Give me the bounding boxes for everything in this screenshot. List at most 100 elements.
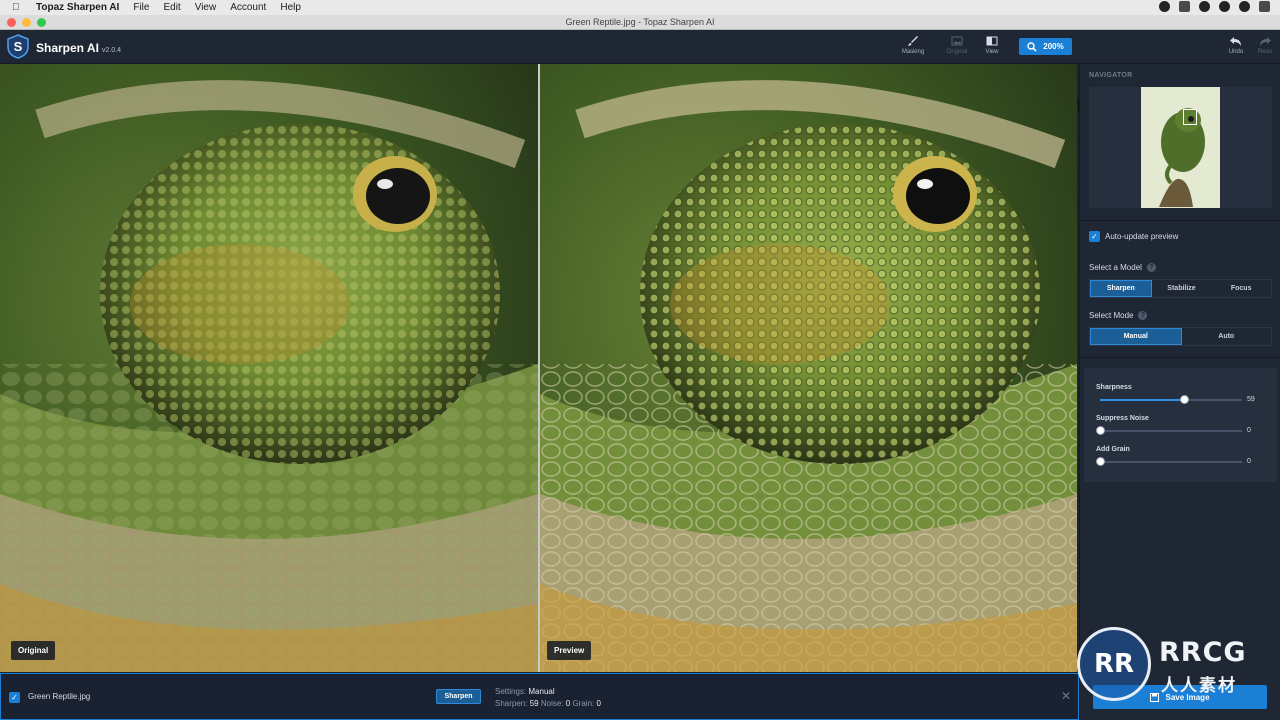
masking-label: Masking xyxy=(901,49,925,55)
zoom-window-icon[interactable] xyxy=(37,18,46,27)
masking-button[interactable]: Masking xyxy=(896,35,930,61)
redo-button[interactable]: Redo xyxy=(1248,35,1280,61)
menu-file[interactable]: File xyxy=(133,2,149,13)
file-checkbox[interactable]: ✓ xyxy=(9,692,20,703)
navigator-box[interactable] xyxy=(1089,87,1272,208)
mode-manual-button[interactable]: Manual xyxy=(1090,328,1182,345)
model-selector: Sharpen Stabilize Focus xyxy=(1089,279,1272,298)
redo-label: Redo xyxy=(1257,49,1273,55)
view-button[interactable]: View xyxy=(975,35,1009,61)
sharpen-logo-icon: S xyxy=(7,34,29,59)
menu-help[interactable]: Help xyxy=(280,2,301,13)
grain-value: 0 xyxy=(596,699,601,708)
mode-section-label: Select Mode ? xyxy=(1089,311,1148,320)
original-label: Original xyxy=(946,49,968,55)
help-icon[interactable]: ? xyxy=(1146,263,1156,272)
apple-menu-icon[interactable]:  xyxy=(12,2,26,13)
menu-account[interactable]: Account xyxy=(230,2,266,13)
original-label: Original xyxy=(11,641,56,660)
comparison-divider[interactable] xyxy=(538,64,540,672)
suppress-noise-label: Suppress Noise xyxy=(1096,415,1149,422)
zoom-button[interactable]: 200% xyxy=(1019,38,1072,55)
menu-edit[interactable]: Edit xyxy=(163,2,180,13)
window-titlebar: Green Reptile.jpg - Topaz Sharpen AI xyxy=(0,15,1280,30)
noise-value: 0 xyxy=(565,699,571,708)
macos-menubar:  Topaz Sharpen AI File Edit View Accoun… xyxy=(0,0,1280,15)
suppress-noise-slider[interactable] xyxy=(1096,426,1242,435)
menu-app-name[interactable]: Topaz Sharpen AI xyxy=(36,2,119,13)
record-icon[interactable] xyxy=(1159,1,1170,12)
app-brand: Sharpen AI v2.0.4 xyxy=(36,41,121,55)
search-icon[interactable] xyxy=(1239,1,1250,12)
undo-icon xyxy=(1230,37,1241,46)
model-section-label: Select a Model ? xyxy=(1089,263,1156,272)
model-stabilize-button[interactable]: Stabilize xyxy=(1152,280,1212,297)
close-icon[interactable]: ✕ xyxy=(1061,689,1071,703)
sliders-panel: Sharpness 59 Suppress Noise 0 Add Grain … xyxy=(1084,368,1277,482)
navigator-thumbnail[interactable] xyxy=(1141,87,1220,208)
minimize-window-icon[interactable] xyxy=(22,18,31,27)
list-icon[interactable] xyxy=(1259,1,1270,12)
window-title: Green Reptile.jpg - Topaz Sharpen AI xyxy=(565,17,715,27)
model-sharpen-button[interactable]: Sharpen xyxy=(1090,280,1152,297)
status-icon[interactable] xyxy=(1199,1,1210,12)
redo-icon xyxy=(1260,37,1271,46)
settings-panel: NAVIGATOR ✓ Auto-update preview Select a… xyxy=(1079,64,1280,720)
suppress-noise-knob[interactable] xyxy=(1096,426,1105,435)
noise-key: Noise: xyxy=(540,699,564,708)
model-focus-button[interactable]: Focus xyxy=(1211,280,1271,297)
auto-update-checkbox[interactable]: ✓ xyxy=(1089,231,1100,242)
original-image xyxy=(0,64,538,672)
sharpen-key: Sharpen: xyxy=(495,699,528,708)
wifi-icon[interactable] xyxy=(1219,1,1230,12)
separator xyxy=(1080,220,1280,221)
mode-auto-button[interactable]: Auto xyxy=(1182,328,1272,345)
add-grain-value: 0 xyxy=(1247,458,1251,465)
undo-label: Undo xyxy=(1228,49,1244,55)
sharpness-label: Sharpness xyxy=(1096,384,1132,391)
app-version: v2.0.4 xyxy=(101,47,121,54)
svg-text:S: S xyxy=(14,39,23,54)
thumbnail-image xyxy=(1141,87,1220,208)
menubar-tray xyxy=(1159,1,1270,12)
watermark-subtext: 人人素材 xyxy=(1161,676,1237,695)
image-icon xyxy=(951,36,963,46)
add-grain-label: Add Grain xyxy=(1096,446,1130,453)
original-button[interactable]: Original xyxy=(940,35,974,61)
zoom-level: 200% xyxy=(1043,42,1064,51)
help-icon[interactable]: ? xyxy=(1138,311,1148,320)
menu-view[interactable]: View xyxy=(195,2,217,13)
sharpness-knob[interactable] xyxy=(1179,395,1189,404)
grain-key: Grain: xyxy=(572,699,595,708)
sharpness-value: 59 xyxy=(1247,396,1255,403)
preview-pane[interactable]: Preview xyxy=(540,64,1077,672)
file-name[interactable]: Green Reptile.jpg xyxy=(28,692,90,701)
suppress-noise-value: 0 xyxy=(1247,427,1251,434)
mode-selector: Manual Auto xyxy=(1089,327,1272,346)
navigator-viewport[interactable] xyxy=(1183,109,1197,125)
settings-summary: Settings: Manual Sharpen: 59 Noise: 0 Gr… xyxy=(495,686,601,710)
magnifier-icon xyxy=(1027,41,1037,52)
mode-label: Select Mode xyxy=(1089,311,1134,320)
watermark-text: RRCG xyxy=(1159,637,1247,668)
navigator-title: NAVIGATOR xyxy=(1089,72,1133,79)
add-grain-knob[interactable] xyxy=(1096,457,1105,466)
display-icon[interactable] xyxy=(1179,1,1190,12)
auto-update-label: Auto-update preview xyxy=(1105,232,1179,241)
brush-icon xyxy=(908,36,918,46)
watermark-logo-icon: RR xyxy=(1077,627,1151,701)
app-toolbar: S Sharpen AI v2.0.4 Masking Original View… xyxy=(0,30,1280,64)
auto-update-row[interactable]: ✓ Auto-update preview xyxy=(1089,231,1178,242)
preview-image xyxy=(540,64,1077,672)
close-window-icon[interactable] xyxy=(7,18,16,27)
sharpness-slider[interactable] xyxy=(1100,395,1242,404)
settings-value: Manual xyxy=(528,687,555,696)
separator xyxy=(1080,357,1280,358)
original-pane[interactable]: Original xyxy=(0,64,538,672)
view-label: View xyxy=(985,49,999,55)
add-grain-slider[interactable] xyxy=(1096,457,1242,466)
watermark: RR RRCG 人人素材 xyxy=(1077,627,1280,707)
sharpen-value: 59 xyxy=(529,699,539,708)
image-canvas[interactable]: Original Preview xyxy=(0,64,1077,672)
preview-label: Preview xyxy=(547,641,592,660)
